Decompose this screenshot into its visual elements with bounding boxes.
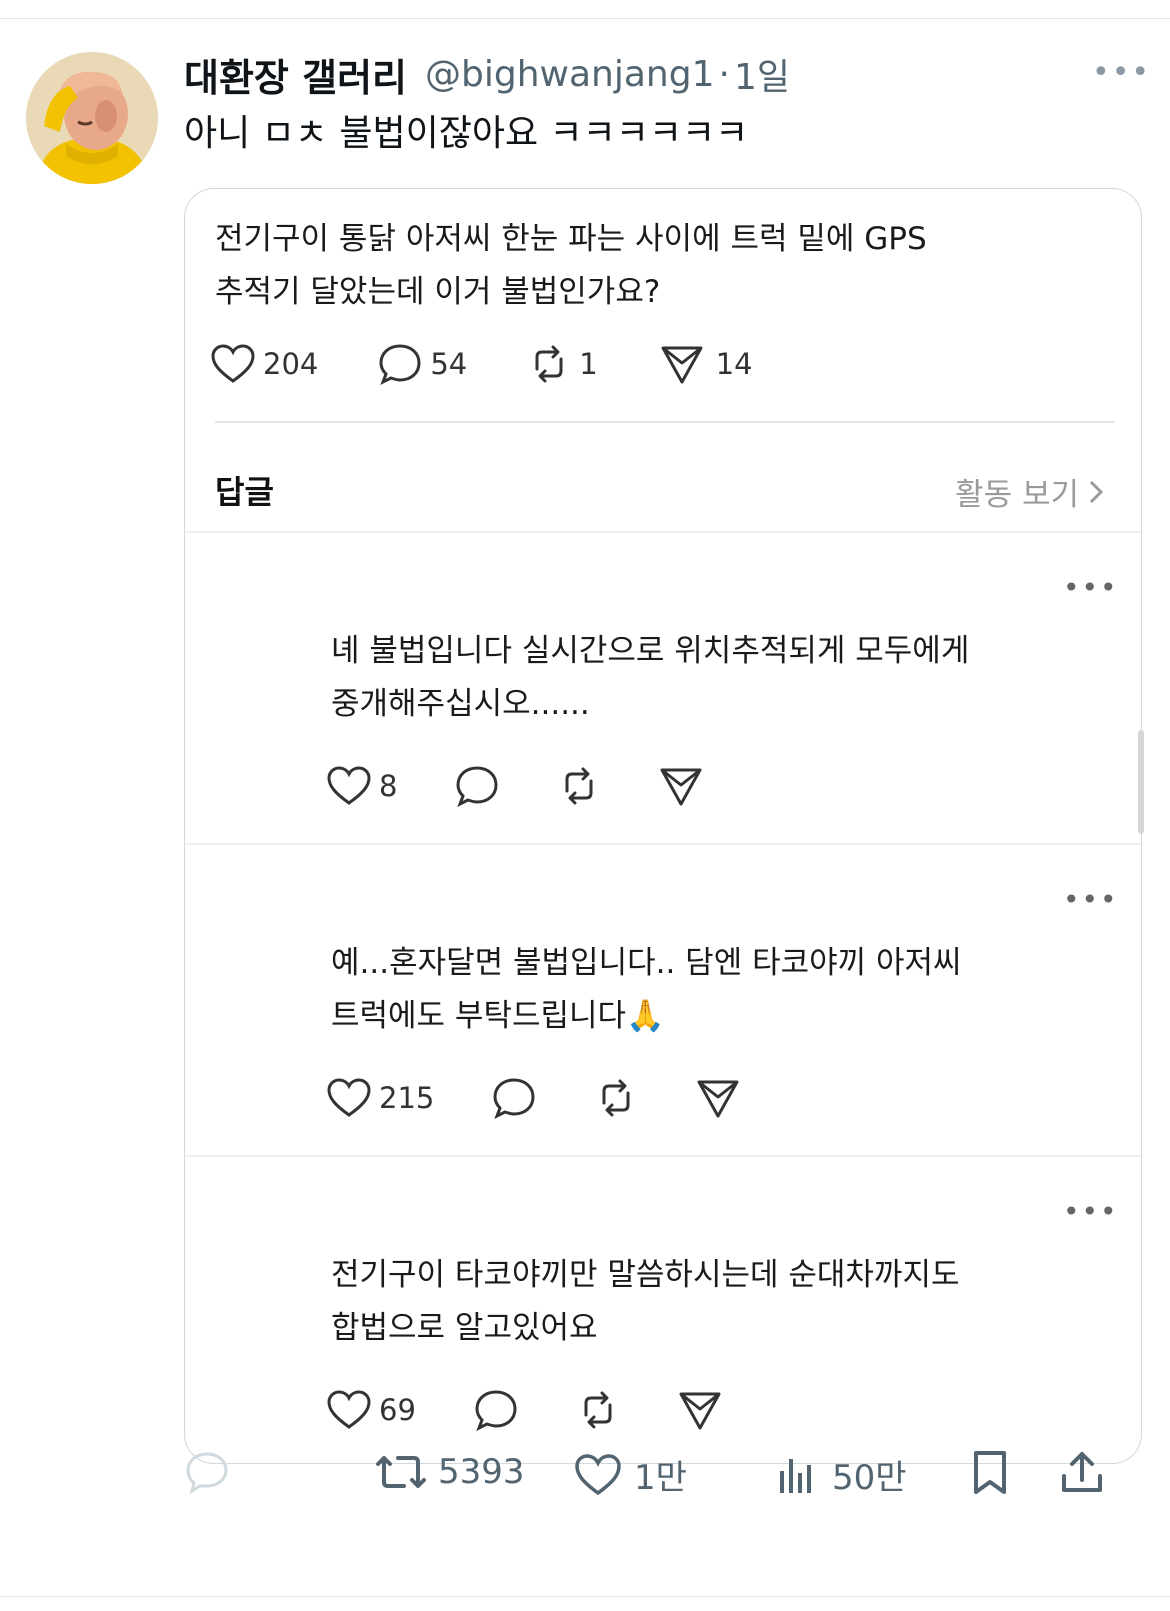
views-chart-icon bbox=[780, 1458, 811, 1493]
tweet-text: 아니 ㅁㅊ 불법이잖아요 ㅋㅋㅋㅋㅋㅋ bbox=[184, 113, 749, 154]
reply-like-count: 8 bbox=[379, 769, 398, 803]
send-icon bbox=[660, 768, 702, 806]
reply-repost-action[interactable] bbox=[594, 1077, 638, 1119]
heart-icon bbox=[327, 1078, 371, 1117]
quoted-actions: 204 54 1 14 bbox=[211, 343, 753, 385]
reply-like-count: 215 bbox=[379, 1081, 435, 1115]
embedded-image-card[interactable]: 전기구이 통닭 아저씨 한눈 파는 사이에 트럭 밑에 GPS 추적기 달았는데… bbox=[184, 188, 1142, 1464]
heart-icon bbox=[575, 1453, 621, 1495]
repost-icon bbox=[602, 1079, 630, 1117]
heart-icon bbox=[211, 344, 255, 383]
share-icon bbox=[1062, 1452, 1102, 1492]
send-icon bbox=[679, 1392, 721, 1430]
quoted-share-action[interactable]: 14 bbox=[660, 343, 753, 385]
view-activity-label: 활동 보기 bbox=[955, 477, 1079, 513]
reply-share-action[interactable] bbox=[659, 765, 703, 807]
avatar[interactable] bbox=[26, 52, 158, 184]
quoted-post-line: 전기구이 통닭 아저씨 한눈 파는 사이에 트럭 밑에 GPS bbox=[215, 221, 927, 257]
separator-dot: · bbox=[718, 53, 730, 95]
reply-repost-action[interactable] bbox=[557, 765, 601, 807]
post-time[interactable]: 1일 bbox=[734, 48, 790, 100]
quoted-repost-action[interactable]: 1 bbox=[527, 343, 598, 385]
reply-line: 합법으로 알고있어요 bbox=[331, 1310, 598, 1346]
reply-share-action[interactable] bbox=[678, 1389, 722, 1431]
tweet-header: 대환장 갤러리 @bighwanjang1 · 1일 bbox=[184, 48, 790, 100]
reply-actions: 8 bbox=[327, 765, 703, 807]
reply-repost-action[interactable] bbox=[576, 1389, 620, 1431]
reply-line: 중개해주십시오...... bbox=[331, 686, 590, 722]
bookmark-button[interactable] bbox=[970, 1450, 1010, 1496]
more-options-icon[interactable]: ••• bbox=[1092, 55, 1151, 90]
bookmark-icon bbox=[974, 1451, 1006, 1494]
reply-button[interactable] bbox=[184, 1450, 230, 1494]
reply-comment-action[interactable] bbox=[492, 1077, 536, 1119]
retweet-count: 5393 bbox=[438, 1452, 525, 1492]
user-handle[interactable]: @bighwanjang1 bbox=[425, 54, 714, 95]
reply-like-action[interactable]: 215 bbox=[327, 1078, 434, 1118]
repost-icon bbox=[584, 1391, 612, 1429]
repost-icon bbox=[565, 767, 593, 805]
reply-like-action[interactable]: 69 bbox=[327, 1390, 416, 1430]
reply-actions: 69 bbox=[327, 1389, 722, 1431]
reply-text: 녜 불법입니다 실시간으로 위치추적되게 모두에게 중개해주십시오...... bbox=[331, 625, 1071, 731]
reply-line: 전기구이 타코야끼만 말씀하시는데 순대차까지도 bbox=[331, 1257, 960, 1293]
views-button[interactable]: 50만 bbox=[774, 1450, 907, 1499]
divider bbox=[185, 1155, 1141, 1157]
share-button[interactable] bbox=[1060, 1450, 1104, 1496]
divider bbox=[185, 531, 1141, 533]
divider bbox=[215, 421, 1115, 423]
reply-text: 예...혼자달면 불법입니다.. 담엔 타코야끼 아저씨 트럭에도 부탁드립니다… bbox=[331, 937, 1071, 1043]
tweet-action-bar: 5393 1만 50만 bbox=[184, 1450, 1124, 1510]
retweet-icon bbox=[376, 1456, 426, 1488]
bottom-divider bbox=[0, 1596, 1170, 1597]
top-divider bbox=[0, 0, 1170, 19]
reply-more-icon[interactable]: ••• bbox=[1063, 1195, 1119, 1228]
scrollbar[interactable] bbox=[1138, 730, 1144, 834]
like-count: 1만 bbox=[634, 1458, 687, 1498]
reply-bubble-icon bbox=[186, 1452, 228, 1494]
display-name[interactable]: 대환장 갤러리 bbox=[184, 47, 407, 102]
heart-icon bbox=[327, 766, 371, 805]
quoted-repost-count: 1 bbox=[579, 347, 598, 381]
comment-icon bbox=[475, 1390, 517, 1431]
divider bbox=[185, 843, 1141, 845]
repost-icon bbox=[535, 345, 563, 383]
reply-comment-action[interactable] bbox=[474, 1389, 518, 1431]
quoted-share-count: 14 bbox=[715, 347, 753, 381]
quoted-post-line: 추적기 달았는데 이거 불법인가요? bbox=[215, 274, 661, 310]
chevron-right-icon bbox=[1089, 480, 1104, 503]
retweet-button[interactable]: 5393 bbox=[374, 1450, 525, 1494]
quoted-comment-count: 54 bbox=[430, 347, 468, 381]
send-icon bbox=[697, 1080, 739, 1118]
quoted-like-action[interactable]: 204 bbox=[211, 344, 318, 384]
comment-icon bbox=[493, 1078, 535, 1119]
heart-icon bbox=[327, 1390, 371, 1429]
reply-line: 녜 불법입니다 실시간으로 위치추적되게 모두에게 bbox=[331, 633, 970, 669]
reply-more-icon[interactable]: ••• bbox=[1063, 571, 1119, 604]
quoted-post-text: 전기구이 통닭 아저씨 한눈 파는 사이에 트럭 밑에 GPS 추적기 달았는데… bbox=[215, 213, 1095, 319]
reply-more-icon[interactable]: ••• bbox=[1063, 883, 1119, 916]
reply-text: 전기구이 타코야끼만 말씀하시는데 순대차까지도 합법으로 알고있어요 bbox=[331, 1249, 1071, 1355]
quoted-comment-action[interactable]: 54 bbox=[378, 343, 467, 385]
replies-heading: 답글 bbox=[215, 473, 274, 511]
reply-line: 트럭에도 부탁드립니다🙏 bbox=[331, 998, 665, 1034]
comment-icon bbox=[379, 344, 421, 385]
reply-like-count: 69 bbox=[379, 1393, 416, 1427]
reply-actions: 215 bbox=[327, 1077, 740, 1119]
reply-share-action[interactable] bbox=[696, 1077, 740, 1119]
reply-like-action[interactable]: 8 bbox=[327, 766, 397, 806]
view-count: 50만 bbox=[832, 1458, 907, 1498]
quoted-like-count: 204 bbox=[263, 347, 319, 381]
comment-icon bbox=[456, 766, 498, 807]
reply-comment-action[interactable] bbox=[455, 765, 499, 807]
send-icon bbox=[661, 346, 703, 384]
reply-line: 예...혼자달면 불법입니다.. 담엔 타코야끼 아저씨 bbox=[331, 945, 962, 981]
like-button[interactable]: 1만 bbox=[574, 1450, 687, 1499]
view-activity-link[interactable]: 활동 보기 bbox=[955, 469, 1105, 514]
avatar-image bbox=[26, 52, 158, 184]
